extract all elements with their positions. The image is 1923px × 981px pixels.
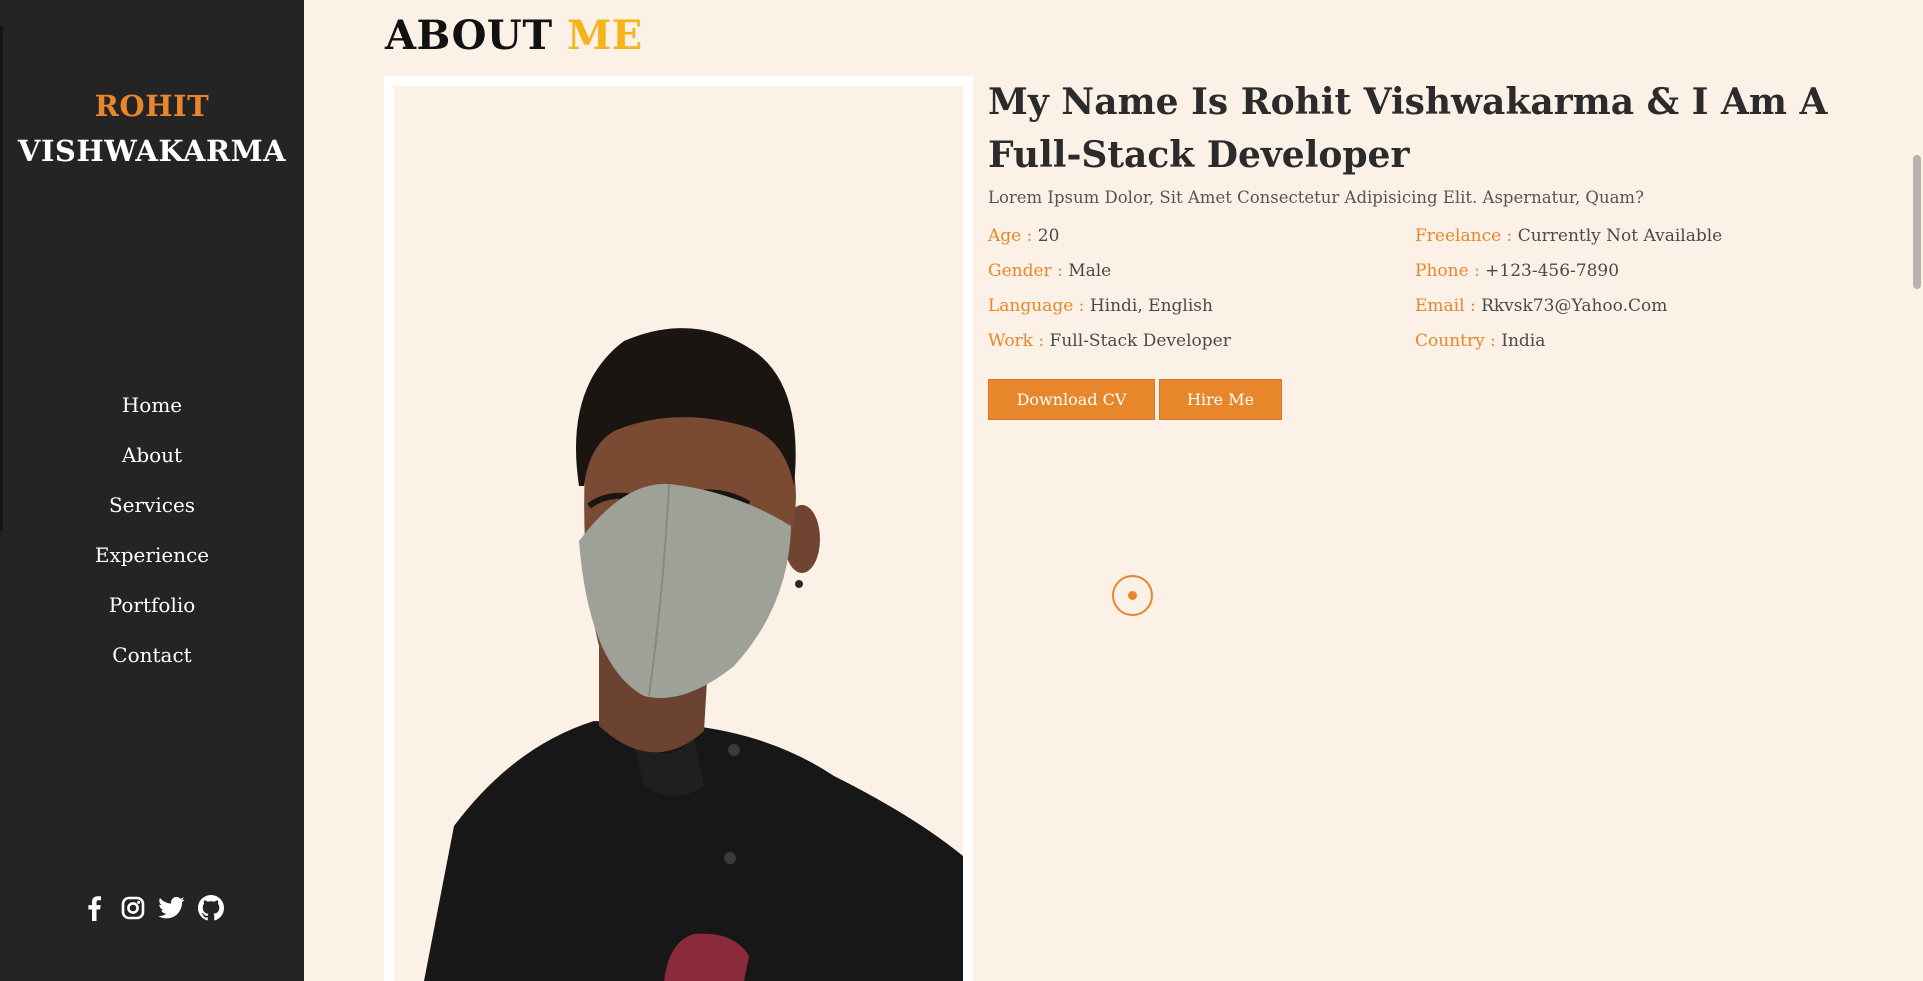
nav-item-label[interactable]: Services	[109, 493, 195, 517]
twitter-icon[interactable]	[158, 893, 186, 923]
nav-item-label[interactable]: Experience	[95, 543, 209, 567]
info-value: Male	[1068, 261, 1112, 281]
info-email: Email : Rkvsk73@Yahoo.Com	[1415, 296, 1845, 318]
nav-item-label[interactable]: Contact	[112, 643, 191, 667]
nav-item-contact[interactable]: Contact	[0, 630, 304, 680]
nav-item-label[interactable]: Home	[122, 393, 182, 417]
info-language: Language : Hindi, English	[988, 296, 1415, 318]
info-value: Rkvsk73@Yahoo.Com	[1481, 296, 1668, 316]
nav-item-home[interactable]: Home	[0, 380, 304, 430]
info-key: Work :	[988, 331, 1045, 351]
hire-me-button[interactable]: Hire Me	[1159, 379, 1282, 420]
instagram-icon[interactable]	[119, 893, 147, 923]
info-value: Full-Stack Developer	[1049, 331, 1231, 351]
info-grid: Age : 20 Freelance : Currently Not Avail…	[988, 226, 1848, 353]
nav-item-services[interactable]: Services	[0, 480, 304, 530]
info-gender: Gender : Male	[988, 261, 1415, 283]
intro-title: My Name Is Rohit Vishwakarma & I Am A Fu…	[988, 81, 1828, 176]
nav-item-label[interactable]: About	[122, 443, 182, 467]
info-key: Country :	[1415, 331, 1496, 351]
about-actions: Download CV Hire Me	[988, 379, 1282, 420]
info-value: India	[1501, 331, 1546, 351]
info-key: Language :	[988, 296, 1085, 316]
info-value: 20	[1037, 226, 1060, 246]
github-icon[interactable]	[197, 893, 225, 923]
info-freelance: Freelance : Currently Not Available	[1415, 226, 1845, 248]
sidebar-nav: Home About Services Experience Portfolio…	[0, 380, 304, 680]
nav-item-portfolio[interactable]: Portfolio	[0, 580, 304, 630]
info-key: Freelance :	[1415, 226, 1513, 246]
facebook-icon[interactable]	[80, 893, 108, 923]
custom-cursor-dot	[1128, 591, 1137, 600]
brand-last-name: VISHWAKARMA	[17, 134, 287, 168]
nav-item-label[interactable]: Portfolio	[109, 593, 196, 617]
about-section: ABOUT ME My Name Is Rohit Vishwakarma & …	[304, 0, 1923, 981]
download-cv-button[interactable]: Download CV	[988, 379, 1155, 420]
social-links	[0, 893, 304, 923]
info-value: +123-456-7890	[1485, 261, 1620, 281]
nav-item-about[interactable]: About	[0, 430, 304, 480]
heading-accent: ME	[567, 12, 643, 59]
intro-text: Lorem Ipsum Dolor, Sit Amet Consectetur …	[988, 188, 1644, 207]
sidebar: ROHIT VISHWAKARMA Home About Services Ex…	[0, 0, 304, 981]
info-value: Currently Not Available	[1517, 226, 1723, 246]
scrollbar-thumb[interactable]	[1913, 155, 1921, 289]
section-heading: ABOUT ME	[385, 12, 643, 59]
brand-logo[interactable]: ROHIT VISHWAKARMA	[0, 84, 304, 174]
info-age: Age : 20	[988, 226, 1415, 248]
heading-main: ABOUT	[385, 12, 553, 59]
brand-first-name: ROHIT	[94, 89, 210, 123]
info-phone: Phone : +123-456-7890	[1415, 261, 1845, 283]
info-work: Work : Full-Stack Developer	[988, 331, 1415, 353]
profile-photo-frame	[384, 76, 973, 981]
info-key: Email :	[1415, 296, 1476, 316]
info-key: Age :	[988, 226, 1033, 246]
info-key: Phone :	[1415, 261, 1480, 281]
nav-item-experience[interactable]: Experience	[0, 530, 304, 580]
info-value: Hindi, English	[1089, 296, 1213, 316]
info-key: Gender :	[988, 261, 1063, 281]
info-country: Country : India	[1415, 331, 1845, 353]
page-scrollbar[interactable]	[1909, 0, 1923, 981]
profile-photo	[394, 86, 963, 981]
